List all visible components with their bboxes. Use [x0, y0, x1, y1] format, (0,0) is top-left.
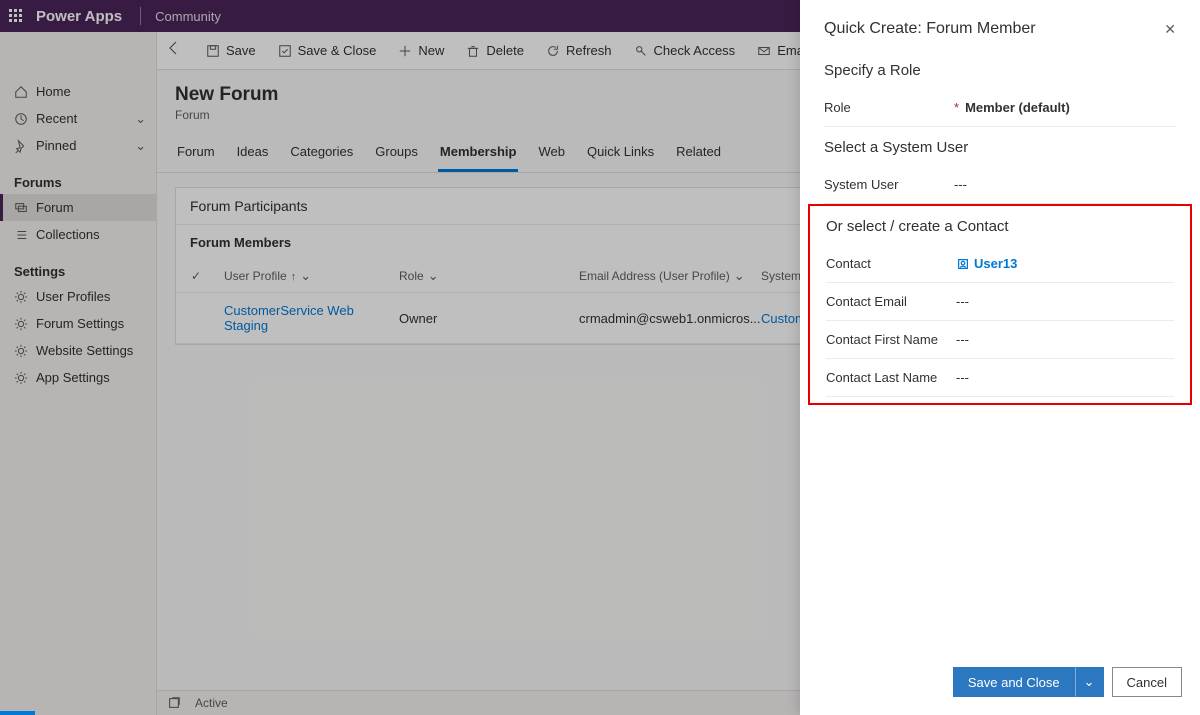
- key-icon: [634, 44, 648, 58]
- nav-forums-header: Forums: [0, 167, 156, 194]
- section-system-header: Select a System User: [824, 127, 1176, 166]
- field-contact-last-name[interactable]: Contact Last Name ---: [826, 359, 1174, 397]
- section-contact-header: Or select / create a Contact: [826, 206, 1174, 245]
- select-all-icon[interactable]: [191, 269, 201, 283]
- cell-profile[interactable]: CustomerService Web Staging: [216, 303, 391, 333]
- field-contact[interactable]: Contact User13: [826, 245, 1174, 283]
- app-launcher-icon[interactable]: [0, 0, 32, 32]
- nav-app-settings[interactable]: App Settings: [0, 364, 156, 391]
- gear-icon: [14, 317, 28, 331]
- tab-membership[interactable]: Membership: [438, 138, 519, 172]
- nav-recent[interactable]: Recent: [0, 105, 156, 132]
- sort-asc-icon: [291, 269, 297, 283]
- nav-user-profiles[interactable]: User Profiles: [0, 283, 156, 310]
- tab-web[interactable]: Web: [536, 138, 567, 172]
- pin-icon: [14, 139, 28, 153]
- tab-categories[interactable]: Categories: [288, 138, 355, 172]
- tab-groups[interactable]: Groups: [373, 138, 420, 172]
- nav-settings-header: Settings: [0, 256, 156, 283]
- gear-icon: [14, 371, 28, 385]
- col-role[interactable]: Role: [391, 268, 571, 284]
- chevron-down-icon: [734, 268, 745, 284]
- new-button[interactable]: New: [388, 37, 454, 64]
- nav-website-settings[interactable]: Website Settings: [0, 337, 156, 364]
- save-and-close-button[interactable]: Save and Close: [953, 667, 1075, 697]
- contact-icon: [956, 257, 970, 271]
- nav-collections[interactable]: Collections: [0, 221, 156, 248]
- brand-name: Power Apps: [32, 8, 132, 25]
- field-contact-first-name[interactable]: Contact First Name ---: [826, 321, 1174, 359]
- save-and-close-dropdown[interactable]: [1075, 667, 1104, 697]
- mail-icon: [757, 44, 771, 58]
- save-close-button[interactable]: Save & Close: [268, 37, 387, 64]
- required-indicator: *: [954, 100, 965, 115]
- plus-icon: [398, 44, 412, 58]
- chevron-down-icon: [135, 138, 146, 154]
- trash-icon: [466, 44, 480, 58]
- tab-ideas[interactable]: Ideas: [235, 138, 271, 172]
- left-nav: Home Recent Pinned Forums Forum Collecti…: [0, 32, 157, 715]
- refresh-icon: [546, 44, 560, 58]
- col-email[interactable]: Email Address (User Profile): [571, 268, 753, 284]
- chevron-down-icon: [135, 111, 146, 127]
- delete-button[interactable]: Delete: [456, 37, 534, 64]
- home-icon: [14, 85, 28, 99]
- loading-progress: [0, 711, 35, 715]
- tab-quick-links[interactable]: Quick Links: [585, 138, 656, 172]
- tab-forum[interactable]: Forum: [175, 138, 217, 172]
- list-icon: [14, 228, 28, 242]
- status-text: Active: [195, 696, 228, 710]
- check-access-button[interactable]: Check Access: [624, 37, 746, 64]
- gear-icon: [14, 344, 28, 358]
- save-button[interactable]: Save: [196, 37, 266, 64]
- nav-forum-settings[interactable]: Forum Settings: [0, 310, 156, 337]
- refresh-button[interactable]: Refresh: [536, 37, 622, 64]
- contact-section-highlight: Or select / create a Contact Contact Use…: [808, 204, 1192, 405]
- cell-email: crmadmin@csweb1.onmicros...: [571, 303, 753, 333]
- clock-icon: [14, 112, 28, 126]
- nav-home[interactable]: Home: [0, 78, 156, 105]
- close-button[interactable]: ✕: [1164, 21, 1176, 38]
- gear-icon: [14, 290, 28, 304]
- divider: [140, 7, 141, 25]
- chat-icon: [14, 201, 28, 215]
- section-role-header: Specify a Role: [824, 50, 1176, 89]
- chevron-down-icon: [428, 268, 439, 284]
- back-button[interactable]: [166, 40, 182, 59]
- save-icon: [206, 44, 220, 58]
- nav-pinned[interactable]: Pinned: [0, 132, 156, 159]
- save-close-icon: [278, 44, 292, 58]
- nav-forum[interactable]: Forum: [0, 194, 156, 221]
- chevron-down-icon: [1084, 674, 1095, 690]
- cell-role: Owner: [391, 303, 571, 333]
- quick-create-panel: Quick Create: Forum Member ✕ Specify a R…: [800, 0, 1200, 715]
- chevron-down-icon: [300, 268, 311, 284]
- panel-title: Quick Create: Forum Member: [824, 20, 1036, 38]
- field-role[interactable]: Role * Member (default): [824, 89, 1176, 127]
- cancel-button[interactable]: Cancel: [1112, 667, 1182, 697]
- col-user-profile[interactable]: User Profile: [216, 268, 391, 284]
- tab-related[interactable]: Related: [674, 138, 723, 172]
- field-contact-email[interactable]: Contact Email ---: [826, 283, 1174, 321]
- popout-icon[interactable]: [167, 696, 181, 710]
- field-system-user[interactable]: System User ---: [824, 166, 1176, 204]
- environment-name[interactable]: Community: [149, 9, 227, 24]
